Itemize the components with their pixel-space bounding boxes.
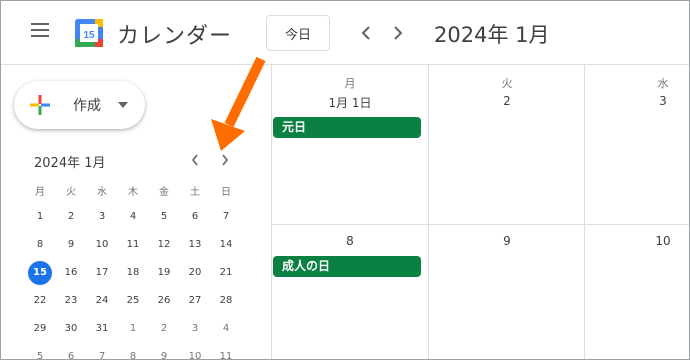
mini-day[interactable]: 1 — [121, 317, 145, 341]
sidebar: 作成 2024年 1月 月火水木金土日 1 2 3 4 5 6 7 8 9 10 11 12 13 14 15… — [1, 65, 259, 359]
current-month-title: 2024年 1月 — [434, 23, 550, 47]
main-menu-button[interactable] — [31, 23, 51, 41]
mini-day[interactable]: 3 — [90, 205, 114, 229]
chevron-right-icon — [394, 26, 403, 40]
mini-day[interactable]: 26 — [152, 289, 176, 313]
mini-day[interactable]: 5 — [28, 345, 52, 359]
mini-day[interactable]: 11 — [214, 345, 238, 359]
caret-down-icon — [118, 102, 128, 108]
mini-day[interactable]: 16 — [59, 261, 83, 285]
mini-day[interactable]: 10 — [90, 233, 114, 257]
mini-day[interactable]: 18 — [121, 261, 145, 285]
mini-day[interactable]: 22 — [28, 289, 52, 313]
chevron-left-icon — [191, 154, 198, 166]
calendar-logo-icon: 15 — [75, 19, 103, 47]
column-divider — [428, 65, 429, 359]
menu-icon-bar — [31, 35, 49, 37]
today-button[interactable]: 今日 — [266, 15, 330, 51]
mini-weekday-label: 日 — [221, 187, 231, 198]
create-button[interactable]: 作成 — [14, 81, 145, 129]
mini-day[interactable]: 3 — [183, 317, 207, 341]
plus-icon — [30, 95, 50, 115]
mini-day[interactable]: 6 — [183, 205, 207, 229]
month-view: 月 1月 1日 元日 8 成人の日 火 2 9 水 3 10 — [271, 65, 689, 359]
mini-day[interactable]: 1 — [28, 205, 52, 229]
create-button-label: 作成 — [73, 98, 101, 114]
date-cell-jan-3[interactable]: 3 — [585, 94, 689, 108]
event-chip-jan-8[interactable]: 成人の日 — [273, 256, 421, 277]
chevron-left-icon — [361, 26, 370, 40]
weekday-header-mon: 月 — [344, 77, 356, 90]
mini-day[interactable]: 24 — [90, 289, 114, 313]
prev-period-button[interactable] — [356, 21, 376, 45]
mini-day[interactable]: 11 — [121, 233, 145, 257]
mini-day[interactable]: 21 — [214, 261, 238, 285]
menu-icon-bar — [31, 29, 49, 31]
mini-day[interactable]: 4 — [214, 317, 238, 341]
mini-day[interactable]: 7 — [90, 345, 114, 359]
app-header: 15 カレンダー 今日 2024年 1月 — [1, 1, 689, 65]
date-cell-jan-8[interactable]: 8 — [272, 234, 428, 248]
app-title: カレンダー — [117, 24, 233, 49]
mini-weekday-label: 木 — [128, 187, 138, 198]
logo-day-number: 15 — [83, 30, 95, 41]
mini-day[interactable]: 9 — [152, 345, 176, 359]
mini-weekday-label: 金 — [159, 187, 169, 198]
mini-day[interactable]: 12 — [152, 233, 176, 257]
mini-day[interactable]: 25 — [121, 289, 145, 313]
date-cell-jan-9[interactable]: 9 — [429, 234, 585, 248]
date-cell-jan-2[interactable]: 2 — [429, 94, 585, 108]
column-divider — [584, 65, 585, 359]
mini-next-month-button[interactable] — [217, 151, 233, 169]
mini-day[interactable]: 4 — [121, 205, 145, 229]
mini-weekday-label: 土 — [190, 187, 200, 198]
mini-day[interactable]: 2 — [152, 317, 176, 341]
mini-day[interactable]: 13 — [183, 233, 207, 257]
row-divider — [272, 224, 689, 225]
mini-day[interactable]: 7 — [214, 205, 238, 229]
mini-day[interactable]: 29 — [28, 317, 52, 341]
mini-weekday-label: 水 — [97, 187, 107, 198]
date-cell-jan-1[interactable]: 1月 1日 — [272, 94, 428, 111]
calendar-window: 15 カレンダー 今日 2024年 1月 作成 2024年 1月 月 火 水 木… — [0, 0, 690, 360]
chevron-right-icon — [222, 154, 229, 166]
mini-day[interactable]: 2 — [59, 205, 83, 229]
mini-day[interactable]: 14 — [214, 233, 238, 257]
mini-day-today[interactable]: 15 — [28, 261, 52, 285]
mini-day[interactable]: 23 — [59, 289, 83, 313]
mini-weekday-label: 月 — [35, 187, 45, 198]
mini-day[interactable]: 8 — [28, 233, 52, 257]
mini-day[interactable]: 19 — [152, 261, 176, 285]
mini-day[interactable]: 8 — [121, 345, 145, 359]
mini-day[interactable]: 6 — [59, 345, 83, 359]
date-cell-jan-10[interactable]: 10 — [585, 234, 689, 248]
next-period-button[interactable] — [388, 21, 408, 45]
mini-calendar-title: 2024年 1月 — [34, 156, 106, 171]
event-chip-jan-1[interactable]: 元日 — [273, 117, 421, 138]
weekday-header-tue: 火 — [501, 77, 513, 90]
mini-day[interactable]: 17 — [90, 261, 114, 285]
weekday-header-wed: 水 — [657, 77, 669, 90]
mini-day[interactable]: 28 — [214, 289, 238, 313]
mini-day[interactable]: 27 — [183, 289, 207, 313]
mini-day[interactable]: 20 — [183, 261, 207, 285]
mini-day[interactable]: 31 — [90, 317, 114, 341]
mini-weekday-label: 火 — [66, 187, 76, 198]
mini-day[interactable]: 30 — [59, 317, 83, 341]
menu-icon-bar — [31, 23, 49, 25]
mini-prev-month-button[interactable] — [187, 151, 203, 169]
mini-day[interactable]: 10 — [183, 345, 207, 359]
mini-day[interactable]: 9 — [59, 233, 83, 257]
mini-day[interactable]: 5 — [152, 205, 176, 229]
